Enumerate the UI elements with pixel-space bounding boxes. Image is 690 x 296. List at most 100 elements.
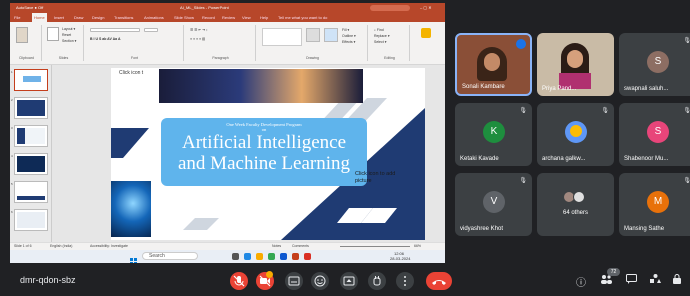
find-button[interactable]: ⌕ Find: [374, 28, 384, 32]
chrome-icon[interactable]: [268, 253, 275, 260]
font-family-select[interactable]: [90, 28, 140, 32]
ppt-search-box[interactable]: [370, 5, 410, 11]
shapes-gallery[interactable]: [262, 28, 302, 46]
align-buttons[interactable]: ≡ ≡ ≡ ≡ ▥: [190, 37, 205, 41]
add-ins-icon: [421, 28, 431, 38]
participant-tile[interactable]: V 🎙︎ vidyashree Khot: [455, 173, 532, 236]
task-view-icon[interactable]: [232, 253, 239, 260]
group-drawing: Fill ▾ Outline ▾ Effects ▾ Drawing: [258, 25, 368, 61]
tab-home[interactable]: Home: [32, 13, 47, 22]
tab-draw[interactable]: Draw: [74, 13, 83, 22]
slide-thumb[interactable]: 5: [11, 181, 48, 203]
tab-insert[interactable]: Insert: [54, 13, 64, 22]
slide-thumb[interactable]: 1: [11, 69, 48, 91]
zoom-slider[interactable]: [340, 246, 410, 247]
participant-name: vidyashree Khot: [460, 226, 504, 232]
participant-tile[interactable]: Sonali Kambare: [455, 33, 532, 96]
mic-off-button[interactable]: [230, 272, 248, 290]
notes-button[interactable]: Notes: [272, 244, 281, 248]
list-buttons[interactable]: ☰ ☰ ⇤ ⇥ ↕: [190, 28, 208, 32]
tab-design[interactable]: Design: [92, 13, 104, 22]
avatar-photo-icon: [570, 125, 582, 137]
shape-effects-button[interactable]: Effects ▾: [342, 40, 355, 44]
accessibility-status[interactable]: Accessibility: Investigate: [90, 244, 128, 248]
participant-name: Mansing Sathe: [624, 226, 665, 232]
slide-thumbnails: 1 2 3 4 5 6: [10, 65, 52, 242]
ppt-titlebar: AutoSave ● Off AI_ML_Slides - PowerPoint…: [10, 3, 445, 13]
slide-thumb[interactable]: 4: [11, 153, 48, 175]
add-ins-button[interactable]: [414, 26, 438, 50]
tab-slide-show[interactable]: Slide Show: [174, 13, 194, 22]
tell-me-search[interactable]: Tell me what you want to do: [278, 13, 327, 22]
font-size-select[interactable]: [144, 28, 158, 32]
taskbar-search[interactable]: Search: [142, 252, 198, 260]
select-button[interactable]: Select ▾: [374, 40, 386, 44]
tab-view[interactable]: View: [242, 13, 251, 22]
replace-button[interactable]: Replace ▾: [374, 34, 390, 38]
slide[interactable]: Click icon t One Week Faculty Developmen…: [111, 68, 425, 240]
arrange-icon[interactable]: [306, 28, 320, 42]
quick-styles-icon[interactable]: [324, 28, 338, 42]
leave-call-button[interactable]: [426, 272, 452, 290]
tab-review[interactable]: Review: [222, 13, 235, 22]
autosave-label: AutoSave ● Off: [16, 5, 44, 10]
participant-tile[interactable]: 🎙︎ archana galkw...: [537, 103, 614, 166]
shape-fill-button[interactable]: Fill ▾: [342, 28, 349, 32]
captions-button[interactable]: [285, 272, 303, 290]
participant-tile[interactable]: M 🎙︎ Mansing Sathe: [619, 173, 690, 236]
slide-thumb[interactable]: 3: [11, 125, 48, 147]
ai-head-image: [111, 181, 151, 237]
click-icon-text: Click icon t: [119, 70, 144, 76]
tab-record[interactable]: Record: [202, 13, 215, 22]
new-slide-icon[interactable]: [47, 27, 59, 41]
title-box[interactable]: One Week Faculty Development Program on …: [161, 118, 367, 186]
ribbon-tabs: File Home Insert Draw Design Transitions…: [10, 13, 445, 22]
window-controls[interactable]: – ▢ ✕: [420, 3, 432, 13]
participant-tile[interactable]: K 🎙︎ Ketaki Kavade: [455, 103, 532, 166]
store-icon[interactable]: [280, 253, 287, 260]
participant-face: [567, 50, 583, 68]
font-format-buttons[interactable]: B I U S ab AV Aa A: [90, 37, 120, 41]
file-explorer-icon[interactable]: [256, 253, 263, 260]
tab-animations[interactable]: Animations: [144, 13, 164, 22]
powerpoint-icon[interactable]: [292, 253, 299, 260]
participant-tile[interactable]: S 🎙︎ Shabenoor Mu...: [619, 103, 690, 166]
others-count: 64 others: [562, 210, 589, 216]
slide-thumb[interactable]: 6: [11, 209, 48, 231]
tab-file[interactable]: File: [14, 13, 20, 22]
tab-help[interactable]: Help: [260, 13, 268, 22]
participant-tile[interactable]: S 🎙︎ swapnali saluh...: [619, 33, 690, 96]
header-image: [159, 69, 363, 103]
shape-outline-button[interactable]: Outline ▾: [342, 34, 356, 38]
picture-placeholder-text[interactable]: Click icon to add picture: [355, 171, 399, 185]
lock-icon[interactable]: [672, 274, 682, 287]
participant-tile[interactable]: Priya Pand...: [537, 33, 614, 96]
comments-button[interactable]: Comments: [292, 244, 309, 248]
language-status[interactable]: English (India): [50, 244, 72, 248]
group-slides: Layout ▾ Reset Section ▾ Slides: [44, 25, 84, 61]
present-screen-button[interactable]: [340, 272, 358, 290]
participant-name: Priya Pand...: [542, 86, 577, 92]
slide-counter: Slide 1 of 6: [14, 244, 32, 248]
taskbar-search-label: Search: [149, 253, 165, 259]
raise-hand-button[interactable]: [368, 272, 386, 290]
chat-icon[interactable]: [626, 274, 637, 287]
taskbar-date: 28-03-2024: [390, 256, 411, 261]
paste-icon[interactable]: [16, 27, 28, 43]
slide-thumb[interactable]: 2: [11, 97, 48, 119]
section-button[interactable]: Section ▾: [62, 39, 76, 43]
edge-icon[interactable]: [244, 253, 251, 260]
tab-transitions[interactable]: Transitions: [114, 13, 133, 22]
meeting-info-icon[interactable]: ⓘ: [576, 274, 586, 289]
emoji-reaction-button[interactable]: [311, 272, 329, 290]
zoom-level[interactable]: 66%: [414, 244, 421, 248]
more-options-button[interactable]: [396, 272, 414, 290]
avatar: [573, 191, 585, 203]
reset-button[interactable]: Reset: [62, 33, 71, 37]
windows-start-icon[interactable]: [130, 252, 137, 263]
others-tile[interactable]: 64 others: [537, 173, 614, 236]
avatar: K: [483, 121, 505, 143]
app-icon[interactable]: [304, 253, 311, 260]
layout-button[interactable]: Layout ▾: [62, 27, 75, 31]
activities-icon[interactable]: [650, 274, 661, 287]
